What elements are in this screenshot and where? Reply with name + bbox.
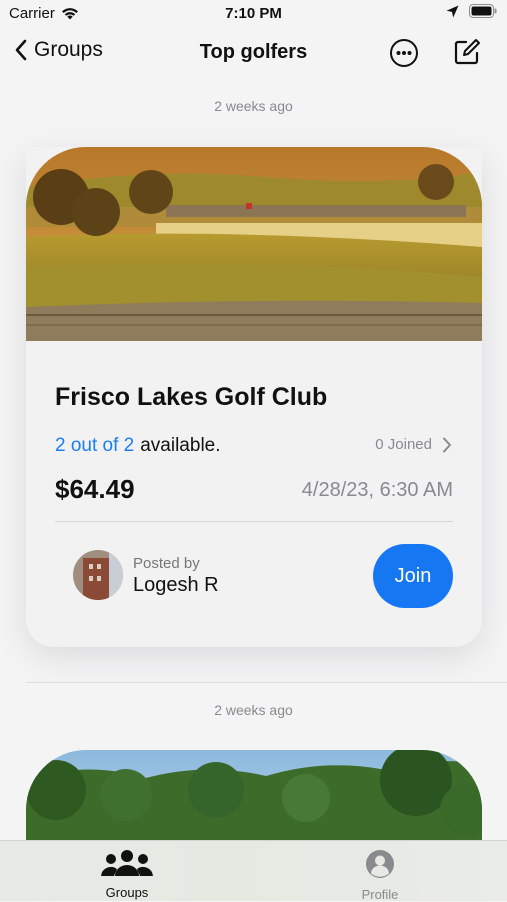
navigation-bar: Groups Top golfers bbox=[0, 30, 507, 76]
more-options-button[interactable] bbox=[389, 38, 419, 73]
tab-groups[interactable]: Groups bbox=[77, 849, 177, 900]
compose-button[interactable] bbox=[453, 38, 481, 71]
join-button[interactable]: Join bbox=[373, 544, 453, 608]
availability: 2 out of 2 available. bbox=[55, 435, 221, 457]
location-arrow-icon bbox=[446, 5, 459, 17]
more-options-icon bbox=[390, 39, 418, 67]
post-timestamp: 2 weeks ago bbox=[214, 98, 293, 114]
course-name: Frisco Lakes Golf Club bbox=[55, 383, 328, 411]
page-title: Top golfers bbox=[199, 41, 308, 63]
tee-time-card[interactable]: Frisco Lakes Golf Club 2 out of 2 availab… bbox=[26, 147, 482, 647]
groups-icon bbox=[101, 850, 153, 876]
golf-course-photo bbox=[26, 147, 482, 341]
profile-icon bbox=[366, 850, 394, 878]
status-bar: Carrier 7:10 PM bbox=[0, 0, 507, 28]
avatar[interactable] bbox=[73, 550, 123, 600]
battery-icon bbox=[469, 4, 497, 18]
tee-datetime: 4/28/23, 6:30 AM bbox=[301, 479, 453, 501]
section-divider bbox=[26, 682, 507, 683]
availability-suffix: available. bbox=[140, 435, 221, 456]
status-time: 7:10 PM bbox=[225, 5, 282, 22]
posted-by-label: Posted by bbox=[133, 555, 200, 572]
price: $64.49 bbox=[55, 474, 135, 504]
status-right bbox=[446, 4, 497, 18]
chevron-right-icon bbox=[443, 437, 451, 452]
tab-bar: Groups Profile bbox=[0, 840, 507, 902]
tab-label-groups: Groups bbox=[105, 885, 149, 900]
compose-icon bbox=[454, 39, 480, 65]
posted-by-name: Logesh R bbox=[133, 574, 219, 596]
joined-count: 0 Joined bbox=[375, 436, 432, 453]
tab-profile[interactable]: Profile bbox=[330, 849, 430, 902]
joined-link[interactable]: 0 Joined bbox=[375, 436, 452, 453]
divider bbox=[55, 521, 453, 522]
post-timestamp: 2 weeks ago bbox=[214, 702, 293, 718]
availability-count: 2 out of 2 bbox=[55, 435, 135, 456]
